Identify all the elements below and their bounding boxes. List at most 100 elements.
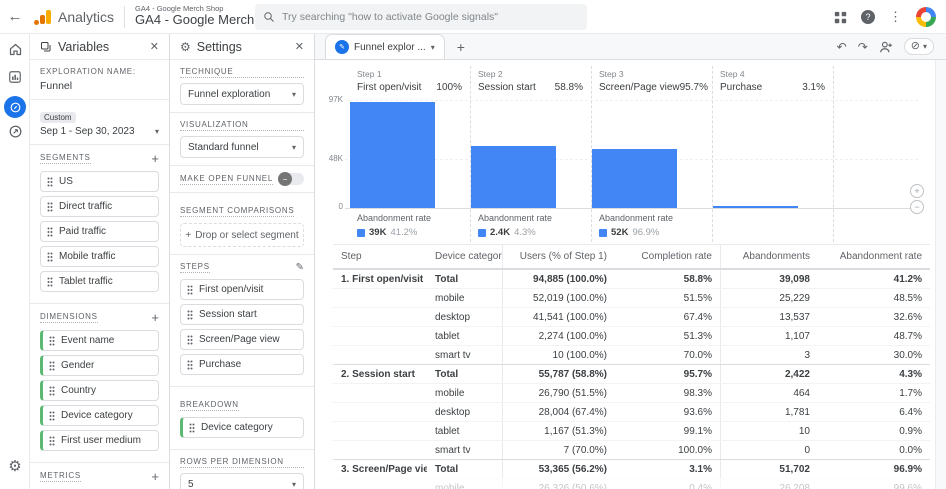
list-item[interactable]: Device category bbox=[40, 405, 159, 426]
list-item[interactable]: Tablet traffic bbox=[40, 271, 159, 292]
cell-completion-rate: 70.0% bbox=[683, 349, 712, 361]
drag-handle-icon[interactable] bbox=[47, 227, 53, 237]
drag-handle-icon[interactable] bbox=[47, 277, 53, 287]
table-row[interactable]: mobile 52,019 (100.0%) 51.5% 25,229 48.5… bbox=[333, 288, 930, 307]
list-item[interactable]: Event name bbox=[40, 330, 159, 351]
drag-handle-icon[interactable] bbox=[49, 411, 55, 421]
list-item[interactable]: Purchase bbox=[180, 354, 304, 375]
visualization-dropdown[interactable]: Standard funnel ▾ bbox=[180, 136, 304, 158]
table-row[interactable]: 2. Session start Total 55,787 (58.8%) 95… bbox=[333, 364, 930, 383]
table-row[interactable]: 3. Screen/Page view Total 53,365 (56.2%)… bbox=[333, 459, 930, 478]
drag-handle-icon[interactable] bbox=[187, 335, 193, 345]
list-item[interactable]: US bbox=[40, 171, 159, 192]
drag-handle-icon[interactable] bbox=[47, 177, 53, 187]
admin-gear-icon[interactable]: ⚙ bbox=[0, 457, 30, 475]
zoom-in-button[interactable]: + bbox=[910, 184, 924, 198]
table-row[interactable]: desktop 28,004 (67.4%) 93.6% 1,781 6.4% bbox=[333, 402, 930, 421]
redo-icon[interactable]: ↷ bbox=[858, 41, 868, 53]
cell-abandonments: 1,781 bbox=[720, 403, 818, 421]
advertising-icon[interactable] bbox=[0, 124, 30, 139]
cell-abandonments: 13,537 bbox=[720, 308, 818, 326]
undo-icon[interactable]: ↶ bbox=[837, 41, 847, 53]
drag-handle-icon[interactable] bbox=[47, 252, 53, 262]
apps-grid-icon[interactable] bbox=[834, 11, 847, 24]
table-row[interactable]: smart tv 10 (100.0%) 70.0% 3 30.0% bbox=[333, 345, 930, 364]
cell-step bbox=[333, 403, 427, 421]
list-item[interactable]: Mobile traffic bbox=[40, 246, 159, 267]
list-item[interactable]: Gender bbox=[40, 355, 159, 376]
funnel-step-header: Step 3 Screen/Page view 95.7% bbox=[591, 66, 712, 97]
back-icon[interactable]: ← bbox=[0, 8, 30, 25]
drag-handle-icon[interactable] bbox=[189, 423, 195, 433]
funnel-bar[interactable] bbox=[350, 102, 435, 208]
add-metric-icon[interactable]: + bbox=[151, 470, 159, 483]
cell-step: 3. Screen/Page view bbox=[341, 463, 427, 475]
vertical-scrollbar[interactable] bbox=[935, 60, 946, 489]
list-item[interactable]: First user medium bbox=[40, 430, 159, 451]
drag-handle-icon[interactable] bbox=[49, 336, 55, 346]
table-row[interactable]: tablet 1,167 (51.3%) 99.1% 10 0.9% bbox=[333, 421, 930, 440]
close-variables-icon[interactable]: ✕ bbox=[150, 40, 159, 53]
segment-drop-zone[interactable]: + Drop or select segment bbox=[180, 223, 304, 247]
drag-handle-icon[interactable] bbox=[187, 360, 193, 370]
explore-icon-selected[interactable] bbox=[0, 96, 30, 118]
help-icon[interactable]: ? bbox=[861, 10, 875, 24]
make-open-funnel-toggle[interactable]: − bbox=[278, 172, 304, 186]
chevron-down-icon[interactable]: ▾ bbox=[431, 43, 435, 52]
main-area: ✎ Funnel explor ... ▾ + ↶ ↷ ⊘ ▾ 97K 48K … bbox=[315, 34, 946, 489]
technique-label: TECHNIQUE bbox=[180, 67, 304, 78]
rows-per-dimension-dropdown[interactable]: 5 ▾ bbox=[180, 473, 304, 489]
abandonment-rate-label: Abandonment rate bbox=[357, 213, 432, 223]
technique-dropdown[interactable]: Funnel exploration ▾ bbox=[180, 83, 304, 105]
list-item-label: Gender bbox=[61, 360, 95, 371]
drag-handle-icon[interactable] bbox=[47, 202, 53, 212]
cell-users: 10 (100.0%) bbox=[502, 346, 615, 364]
drag-handle-icon[interactable] bbox=[187, 285, 193, 295]
more-options-icon[interactable]: ⋮ bbox=[889, 9, 902, 25]
list-item[interactable]: Country bbox=[40, 380, 159, 401]
drag-handle-icon[interactable] bbox=[49, 386, 55, 396]
home-icon[interactable] bbox=[0, 42, 30, 57]
drag-handle-icon[interactable] bbox=[49, 436, 55, 446]
drag-handle-icon[interactable] bbox=[49, 361, 55, 371]
list-item[interactable]: First open/visit bbox=[180, 279, 304, 300]
search-bar[interactable] bbox=[255, 4, 587, 30]
funnel-step-number: Step 3 bbox=[599, 69, 624, 79]
table-row[interactable]: smart tv 7 (70.0%) 100.0% 0 0.0% bbox=[333, 440, 930, 459]
list-item[interactable]: Session start bbox=[180, 304, 304, 325]
table-row[interactable]: desktop 41,541 (100.0%) 67.4% 13,537 32.… bbox=[333, 307, 930, 326]
funnel-bar[interactable] bbox=[713, 206, 798, 208]
table-row[interactable]: mobile 26,790 (51.5%) 98.3% 464 1.7% bbox=[333, 383, 930, 402]
search-input[interactable] bbox=[282, 11, 579, 23]
export-status-control[interactable]: ⊘ ▾ bbox=[903, 38, 934, 55]
table-row[interactable]: 1. First open/visit Total 94,885 (100.0%… bbox=[333, 269, 930, 288]
cell-users: 55,787 (58.8%) bbox=[502, 365, 615, 383]
zoom-out-button[interactable]: − bbox=[910, 200, 924, 214]
exploration-name-value[interactable]: Funnel bbox=[40, 80, 159, 92]
list-item[interactable]: Direct traffic bbox=[40, 196, 159, 217]
list-item-label: First user medium bbox=[61, 435, 142, 446]
add-dimension-icon[interactable]: + bbox=[151, 311, 159, 324]
date-range-selector[interactable]: Sep 1 - Sep 30, 2023 ▾ bbox=[40, 126, 159, 137]
table-row[interactable]: tablet 2,274 (100.0%) 51.3% 1,107 48.7% bbox=[333, 326, 930, 345]
add-tab-icon[interactable]: + bbox=[457, 39, 465, 55]
list-item[interactable]: Screen/Page view bbox=[180, 329, 304, 350]
abandonment-rate-label: Abandonment rate bbox=[599, 213, 674, 223]
reports-icon[interactable] bbox=[0, 70, 30, 84]
add-segment-icon[interactable]: + bbox=[151, 152, 159, 165]
funnel-bar[interactable] bbox=[592, 149, 677, 208]
cell-completion-rate: 51.3% bbox=[683, 330, 712, 342]
list-item[interactable]: Paid traffic bbox=[40, 221, 159, 242]
funnel-bar[interactable] bbox=[471, 146, 556, 208]
abandonment-value: 39K bbox=[369, 227, 387, 238]
close-settings-icon[interactable]: ✕ bbox=[295, 40, 304, 53]
rows-per-dimension-value: 5 bbox=[188, 478, 194, 489]
table-row[interactable]: mobile 26,326 (50.6%) 0.4% 26,208 99.6% bbox=[333, 478, 930, 489]
share-user-icon[interactable] bbox=[879, 41, 893, 53]
tab-funnel-exploration[interactable]: ✎ Funnel explor ... ▾ bbox=[325, 34, 445, 59]
list-item[interactable]: Device category bbox=[180, 417, 304, 438]
edit-steps-icon[interactable]: ✎ bbox=[296, 262, 304, 273]
drag-handle-icon[interactable] bbox=[187, 310, 193, 320]
metrics-label: METRICS bbox=[40, 471, 81, 482]
account-avatar[interactable] bbox=[916, 7, 936, 27]
